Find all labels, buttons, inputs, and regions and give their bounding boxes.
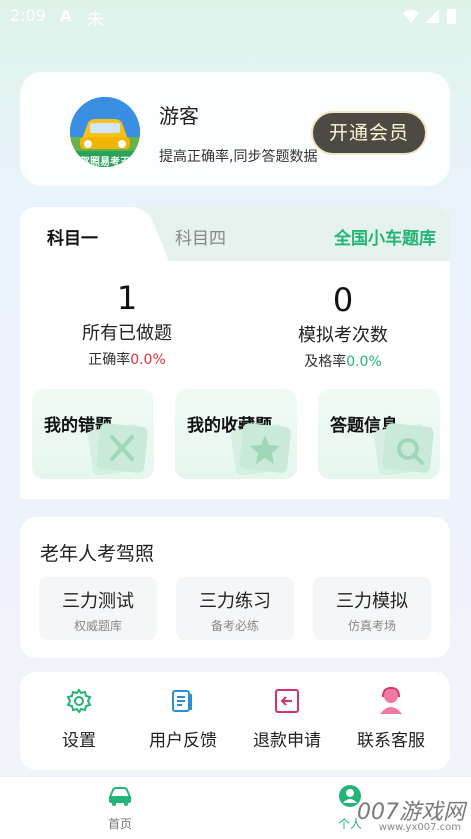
elder-item-title: 三力练习: [199, 591, 271, 612]
settings-button[interactable]: 设置: [29, 684, 129, 751]
elder-item-practice[interactable]: 三力练习 备考必练: [176, 577, 294, 640]
service-icon: [341, 684, 441, 718]
menu-label: 设置: [62, 731, 96, 751]
elder-card: 老年人考驾照 三力测试 权威题库 三力练习 备考必练 三力模拟 仿真考场: [20, 517, 450, 658]
refund-button[interactable]: 退款申请: [237, 684, 337, 751]
question-bank-link[interactable]: 全国小车题库: [334, 224, 436, 249]
accuracy-rate: 正确率0.0%: [52, 349, 202, 369]
pass-label: 及格率: [304, 354, 347, 370]
wifi-icon: [403, 9, 419, 23]
answer-info-tile[interactable]: 答题信息: [318, 389, 440, 479]
customer-service-button[interactable]: 联系客服: [341, 684, 441, 751]
elder-item-title: 三力模拟: [336, 591, 408, 612]
status-right-icons: [401, 7, 461, 27]
accuracy-value: 0.0%: [130, 352, 166, 368]
feedback-button[interactable]: 用户反馈: [133, 684, 233, 751]
signal-icon: [425, 9, 439, 23]
pass-value: 0.0%: [346, 354, 382, 370]
done-label: 所有已做题: [82, 323, 172, 344]
vip-button[interactable]: 开通会员: [311, 111, 427, 155]
star-icon: [229, 419, 293, 479]
watermark-url: www.yx007.com: [378, 822, 461, 833]
avatar[interactable]: 驾照易考王: [70, 97, 140, 167]
username: 游客: [159, 104, 199, 128]
menu-label: 退款申请: [253, 731, 321, 751]
exam-label: 模拟考次数: [298, 325, 388, 346]
stat-done[interactable]: 1 所有已做题 正确率0.0%: [52, 279, 202, 369]
done-count: 1: [116, 279, 138, 317]
elder-item-test[interactable]: 三力测试 权威题库: [39, 577, 157, 640]
feedback-icon: [133, 684, 233, 718]
cross-icon: [86, 419, 150, 479]
elder-item-sub: 备考必练: [210, 619, 259, 633]
favorites-tile[interactable]: 我的收藏题: [175, 389, 297, 479]
exam-count: 0: [332, 281, 354, 319]
subject-card: 科目一 科目四 全国小车题库 1 所有已做题 正确率0.0% 0 模拟考次数 及…: [20, 207, 450, 499]
status-a-icon: A: [60, 7, 72, 25]
menu-label: 联系客服: [357, 731, 425, 751]
tab-subject-four[interactable]: 科目四: [175, 224, 226, 249]
elder-item-sub: 权威题库: [73, 619, 122, 633]
status-b-icon: 未: [87, 10, 104, 30]
stat-exam[interactable]: 0 模拟考次数 及格率0.0%: [268, 281, 418, 371]
wrong-questions-tile[interactable]: 我的错题: [32, 389, 154, 479]
status-bar: 2:09 A 未: [0, 0, 471, 34]
pass-rate: 及格率0.0%: [268, 351, 418, 371]
elder-item-mock[interactable]: 三力模拟 仿真考场: [313, 577, 431, 640]
refund-icon: [237, 684, 337, 718]
search-icon: [372, 419, 436, 479]
accuracy-label: 正确率: [88, 352, 131, 368]
elder-item-sub: 仿真考场: [347, 619, 396, 633]
tab-subject-one[interactable]: 科目一: [47, 224, 98, 249]
nav-home[interactable]: 首页: [80, 785, 160, 832]
menu-card: 设置 用户反馈 退款申请 联系客服: [20, 672, 450, 770]
profile-card[interactable]: 驾照易考王 游客 提高正确率,同步答题数据 开通会员: [20, 72, 450, 186]
menu-label: 用户反馈: [149, 731, 217, 751]
nav-label: 首页: [107, 817, 132, 831]
elder-title: 老年人考驾照: [40, 543, 155, 565]
elder-item-title: 三力测试: [62, 591, 134, 612]
battery-icon: [447, 9, 456, 24]
avatar-caption: 驾照易考王: [80, 157, 130, 167]
profile-subtitle: 提高正确率,同步答题数据: [159, 149, 318, 165]
gear-icon: [29, 684, 129, 718]
status-time: 2:09: [10, 6, 46, 25]
car-icon: [108, 787, 132, 806]
